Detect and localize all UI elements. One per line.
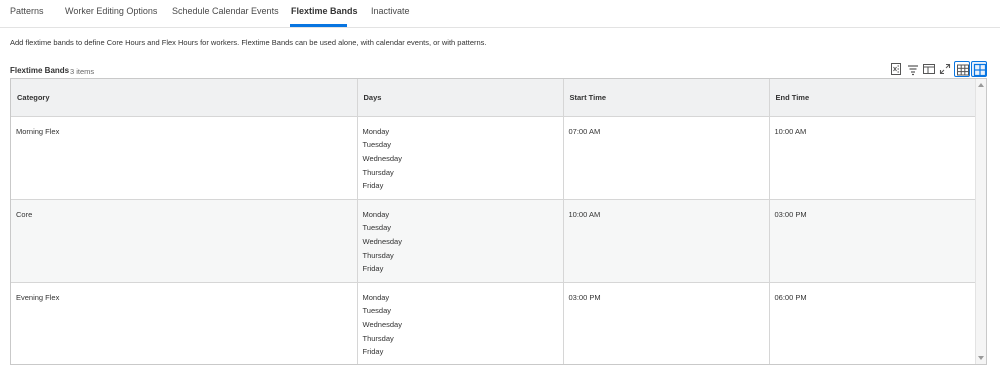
scroll-up-icon[interactable] [978,83,984,87]
active-tab-indicator [290,24,347,27]
tab-schedule-calendar-events[interactable]: Schedule Calendar Events [172,6,279,16]
day-value: Tuesday [362,306,392,316]
start-time-cell: 10:00 AM [563,199,770,283]
flextime-bands-grid: Category Days Start Time End Time Mornin… [10,78,987,365]
tab-inactivate[interactable]: Inactivate [371,6,410,16]
columns-icon[interactable] [921,61,937,77]
table-view-icon[interactable] [954,61,970,77]
day-value: Thursday [362,250,394,260]
day-value: Wednesday [362,319,402,329]
column-header-end-time[interactable]: End Time [769,79,977,117]
column-header-start-time[interactable]: Start Time [563,79,770,117]
day-value: Tuesday [362,223,392,233]
days-cell: Monday Tuesday Wednesday Thursday Friday [357,116,564,200]
category-cell: Core [11,199,358,283]
table-header-row: Category Days Start Time End Time [11,79,977,117]
day-value: Monday [362,126,390,136]
excel-export-icon[interactable] [888,61,904,77]
day-value: Thursday [362,333,394,343]
end-time-cell: 06:00 PM [769,282,977,364]
days-cell: Monday Tuesday Wednesday Thursday Friday [357,199,564,283]
tab-worker-editing-options[interactable]: Worker Editing Options [65,6,157,16]
table-row: Core Monday Tuesday Wednesday Thursday F… [11,199,977,283]
tab-flextime-bands[interactable]: Flextime Bands [291,6,358,16]
table-row: Evening Flex Monday Tuesday Wednesday Th… [11,282,977,364]
tab-bar: Patterns Worker Editing Options Schedule… [0,0,1000,28]
table-row: Morning Flex Monday Tuesday Wednesday Th… [11,116,977,200]
flextime-bands-table: Category Days Start Time End Time Mornin… [11,79,977,364]
start-time-cell: 07:00 AM [563,116,770,200]
day-value: Friday [362,347,384,357]
category-cell: Evening Flex [11,282,358,364]
day-value: Tuesday [362,140,392,150]
day-value: Monday [362,292,390,302]
day-value: Friday [362,264,384,274]
grid-title: Flextime Bands [10,66,70,75]
column-header-days[interactable]: Days [357,79,564,117]
end-time-cell: 10:00 AM [769,116,977,200]
grid-item-count: 3 items [70,67,95,76]
day-value: Thursday [362,167,394,177]
day-value: Wednesday [362,153,402,163]
scroll-down-icon[interactable] [978,356,984,360]
end-time-cell: 03:00 PM [769,199,977,283]
day-value: Friday [362,181,384,191]
start-time-cell: 03:00 PM [563,282,770,364]
days-cell: Monday Tuesday Wednesday Thursday Friday [357,282,564,364]
day-value: Wednesday [362,236,402,246]
filter-icon[interactable] [905,61,921,77]
column-header-category[interactable]: Category [11,79,358,117]
category-cell: Morning Flex [11,116,358,200]
expand-icon[interactable] [937,61,953,77]
vertical-scrollbar[interactable] [975,79,986,364]
day-value: Monday [362,209,390,219]
page-description: Add flextime bands to define Core Hours … [10,38,487,47]
tab-patterns[interactable]: Patterns [10,6,44,16]
grid-view-icon[interactable] [971,61,987,77]
